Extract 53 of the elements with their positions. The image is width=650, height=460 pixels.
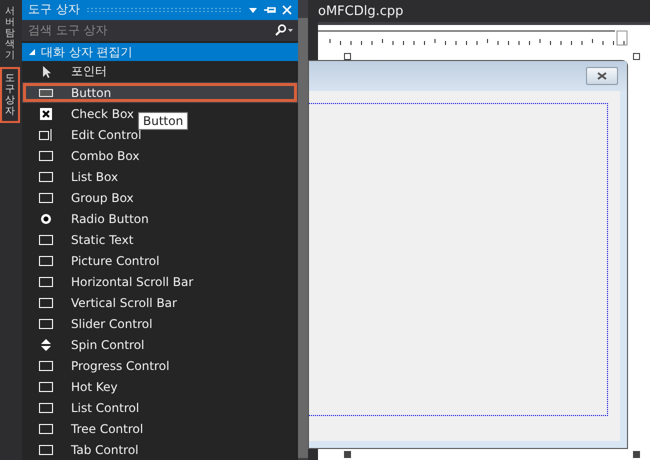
expand-arrow-icon: [28, 48, 36, 56]
control-icon: [38, 190, 54, 204]
scrollbar[interactable]: [298, 0, 308, 460]
toolbox-item[interactable]: Tab Control: [71, 442, 139, 456]
control-icon: [38, 106, 54, 120]
toolbox-item[interactable]: Vertical Scroll Bar: [71, 296, 177, 310]
toolbox-item[interactable]: List Control: [71, 400, 140, 414]
control-icon: [38, 148, 54, 162]
side-tab[interactable]: 도구 상자: [0, 67, 20, 123]
control-icon: [38, 254, 54, 268]
toolbox-item[interactable]: Static Text: [71, 232, 134, 246]
toolbox-item[interactable]: Edit Control: [71, 128, 142, 142]
toolbox-item[interactable]: 포인터: [71, 63, 107, 80]
control-icon: [38, 400, 54, 414]
toolbox-item[interactable]: Tree Control: [71, 422, 144, 436]
search-field[interactable]: 검색 도구 상자: [22, 20, 298, 41]
resize-handle[interactable]: [633, 53, 640, 60]
resize-handle[interactable]: [633, 451, 640, 458]
close-icon: [596, 72, 608, 80]
toolbox-item[interactable]: Spin Control: [71, 338, 144, 352]
side-tab[interactable]: 서버 탐색기: [0, 2, 20, 65]
toolbox-item[interactable]: Button: [22, 82, 298, 103]
toolbox-item[interactable]: Picture Control: [71, 254, 160, 268]
control-icon: [38, 316, 54, 330]
toolbox-item[interactable]: Radio Button: [71, 212, 149, 226]
pin-icon[interactable]: [264, 4, 276, 15]
control-icon: [38, 358, 54, 372]
resize-handle[interactable]: [344, 53, 351, 60]
control-icon: [38, 212, 54, 226]
control-icon: [38, 128, 54, 142]
search-input[interactable]: 검색 도구 상자: [26, 22, 274, 38]
control-icon: [38, 442, 54, 456]
toolbox-item[interactable]: Progress Control: [71, 358, 170, 372]
control-icon: [38, 274, 54, 288]
toolbox-item[interactable]: Slider Control: [71, 316, 152, 330]
toolbox-item[interactable]: Horizontal Scroll Bar: [71, 274, 194, 288]
close-icon[interactable]: [282, 4, 292, 15]
search-icon[interactable]: [274, 24, 294, 36]
group-header[interactable]: 대화 상자 편집기: [22, 43, 298, 61]
control-icon: [38, 422, 54, 436]
control-icon: [38, 232, 54, 246]
control-icon: [38, 170, 54, 184]
toolbox-item[interactable]: List Box: [71, 170, 118, 184]
toolbox-item[interactable]: Check Box: [71, 106, 134, 120]
control-icon: [38, 296, 54, 310]
panel-title: 도구 상자: [28, 1, 80, 18]
resize-handle[interactable]: [344, 451, 351, 458]
toolbox-item[interactable]: Combo Box: [71, 148, 140, 162]
document-tab[interactable]: oMFCDlg.cpp: [318, 4, 404, 18]
control-icon: [38, 380, 54, 394]
toolbox-item[interactable]: Hot Key: [71, 380, 118, 394]
tooltip: Button: [138, 112, 188, 130]
toolbox-item[interactable]: Group Box: [71, 190, 134, 204]
